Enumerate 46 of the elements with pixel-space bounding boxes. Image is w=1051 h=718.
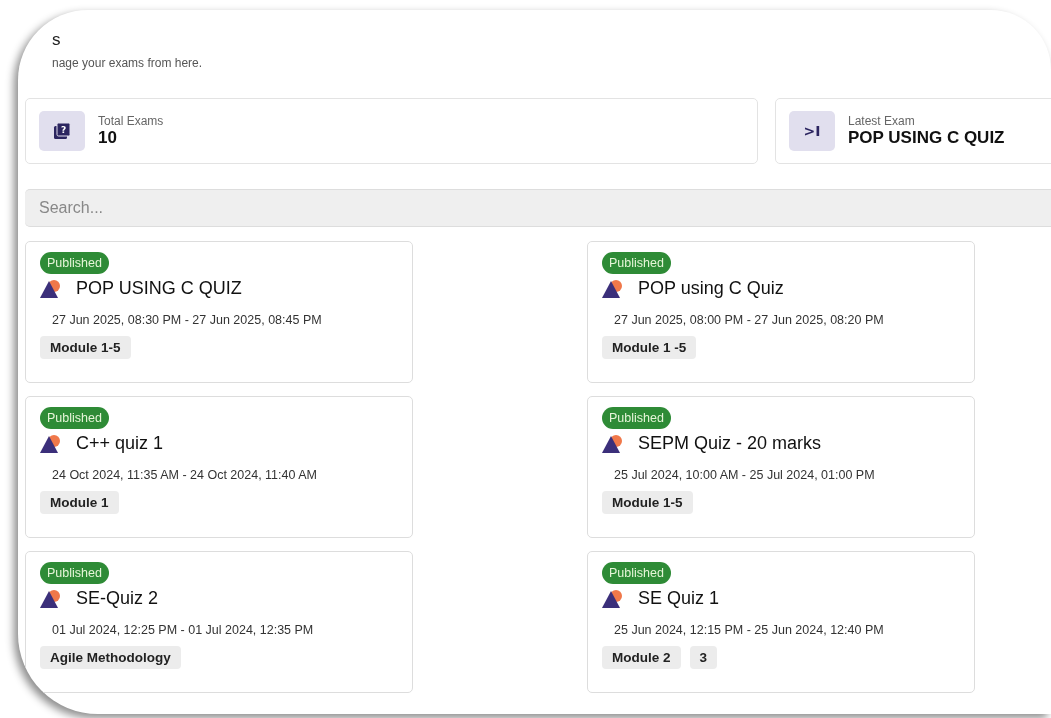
skip-end-icon: >I bbox=[803, 123, 821, 139]
question-stack-icon: ? bbox=[53, 122, 71, 140]
triangle-circle-icon bbox=[602, 278, 624, 299]
module-tag: Module 1 -5 bbox=[602, 336, 697, 359]
search-field[interactable]: Search... bbox=[25, 189, 1051, 227]
exam-card[interactable]: Published SE Quiz 1 25 Jun 2024, 12:15 PM - 25 Jun 2024, 12:40 PM Module 2 3 bbox=[587, 551, 975, 693]
exam-title: C++ quiz 1 bbox=[76, 433, 164, 454]
triangle-circle-icon bbox=[602, 433, 624, 454]
exam-card[interactable]: Published SE-Quiz 2 01 Jul 2024, 12:25 PM - 01 Jul 2024, 12:35 PM Agile Methodology bbox=[25, 551, 413, 693]
triangle-circle-icon bbox=[40, 588, 62, 609]
exam-schedule: 24 Oct 2024, 11:35 AM - 24 Oct 2024, 11:40 AM bbox=[52, 468, 318, 482]
status-badge: Published bbox=[40, 252, 109, 274]
exam-schedule: 01 Jul 2024, 12:25 PM - 01 Jul 2024, 12:35 PM bbox=[52, 623, 315, 637]
stat-value: 10 bbox=[98, 128, 118, 148]
module-tag: Module 1-5 bbox=[40, 336, 131, 359]
status-badge: Published bbox=[40, 407, 109, 429]
exam-card[interactable]: Published SEPM Quiz - 20 marks 25 Jul 2024, 10:00 AM - 25 Jul 2024, 01:00 PM Module 1-5 bbox=[587, 396, 975, 538]
stat-value: POP USING C QUIZ bbox=[848, 128, 1005, 148]
exam-schedule: 25 Jun 2024, 12:15 PM - 25 Jun 2024, 12:40 PM bbox=[614, 623, 885, 637]
exam-title: SE-Quiz 2 bbox=[76, 588, 159, 609]
triangle-circle-icon bbox=[40, 278, 62, 299]
page-subtitle: nage your exams from here. bbox=[52, 56, 204, 70]
stat-label: Latest Exam bbox=[848, 114, 916, 128]
exam-schedule: 25 Jul 2024, 10:00 AM - 25 Jul 2024, 01:00 PM bbox=[614, 468, 876, 482]
exam-title: POP USING C QUIZ bbox=[76, 278, 242, 299]
exam-card[interactable]: Published C++ quiz 1 24 Oct 2024, 11:35 AM - 24 Oct 2024, 11:40 AM Module 1 bbox=[25, 396, 413, 538]
status-badge: Published bbox=[602, 252, 671, 274]
exam-schedule: 27 Jun 2025, 08:00 PM - 27 Jun 2025, 08:20 PM bbox=[614, 313, 885, 327]
status-badge: Published bbox=[40, 562, 109, 584]
stat-label: Total Exams bbox=[98, 114, 164, 128]
page-title: s bbox=[52, 30, 62, 50]
exam-title: POP using C Quiz bbox=[638, 278, 784, 299]
exam-title: SEPM Quiz - 20 marks bbox=[638, 433, 822, 454]
exam-card[interactable]: Published POP USING C QUIZ 27 Jun 2025, 08:30 PM - 27 Jun 2025, 08:45 PM Module 1-5 bbox=[25, 241, 413, 383]
exam-schedule: 27 Jun 2025, 08:30 PM - 27 Jun 2025, 08:45 PM bbox=[52, 313, 323, 327]
module-tag: Module 1 bbox=[40, 491, 119, 514]
triangle-circle-icon bbox=[602, 588, 624, 609]
status-badge: Published bbox=[602, 407, 671, 429]
module-tag: Agile Methodology bbox=[40, 646, 181, 669]
module-tag: Module 2 bbox=[602, 646, 681, 669]
module-tag: 3 bbox=[689, 646, 718, 669]
module-tag: Module 1-5 bbox=[602, 491, 693, 514]
status-badge: Published bbox=[602, 562, 671, 584]
exam-card[interactable]: Published POP using C Quiz 27 Jun 2025, 08:00 PM - 27 Jun 2025, 08:20 PM Module 1 -5 bbox=[587, 241, 975, 383]
exam-title: SE Quiz 1 bbox=[638, 588, 720, 609]
triangle-circle-icon bbox=[40, 433, 62, 454]
